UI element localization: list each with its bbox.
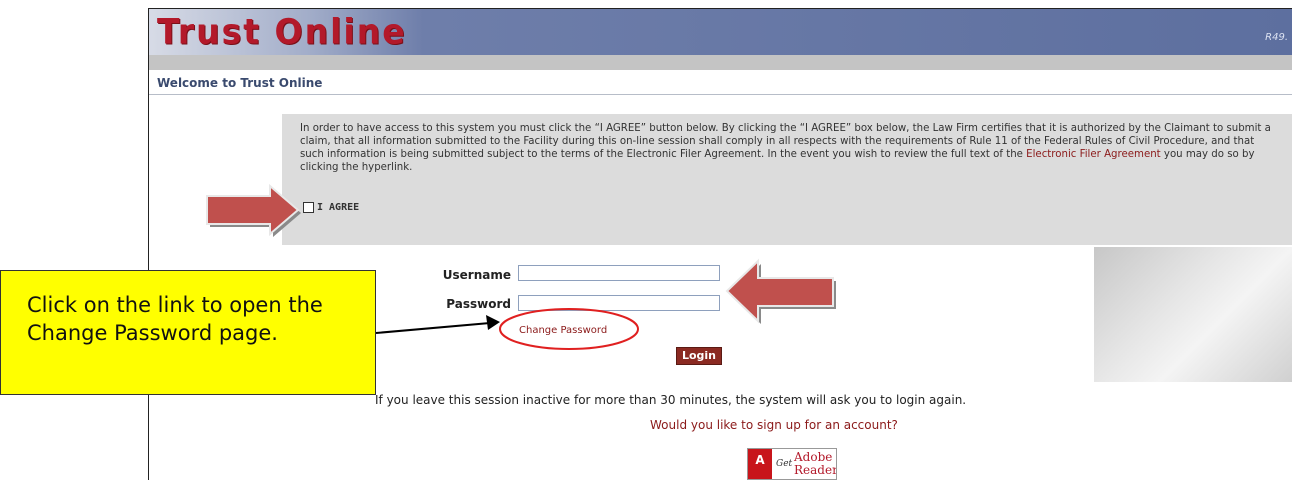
highlight-ring-icon	[499, 308, 639, 350]
annotation-overlay	[206, 183, 836, 350]
arrow-to-checkbox-icon	[206, 183, 301, 237]
pointer-arrow-icon	[375, 315, 500, 334]
arrow-to-password-icon	[725, 258, 836, 324]
